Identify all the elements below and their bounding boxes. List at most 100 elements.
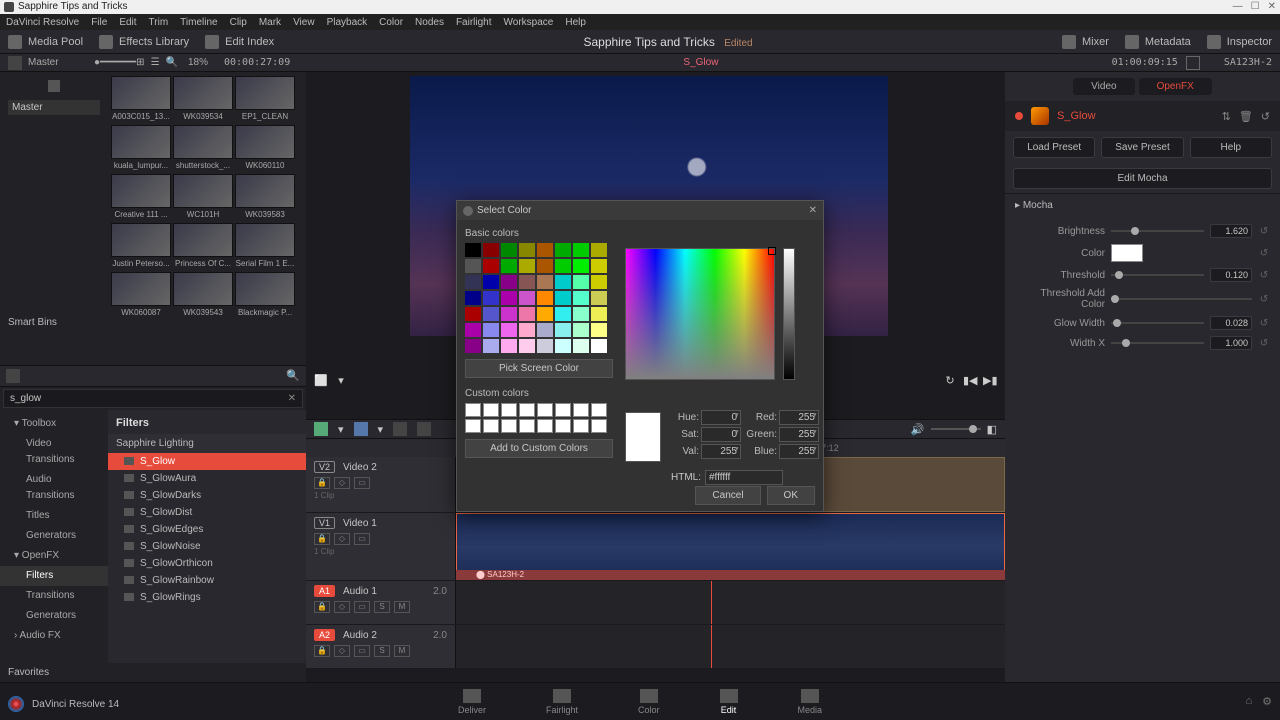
zoom-level[interactable]: 18% bbox=[188, 57, 208, 68]
fx-item[interactable]: S_Glow bbox=[108, 453, 306, 470]
menu-playback[interactable]: Playback bbox=[327, 17, 368, 28]
smart-bins-header[interactable]: Smart Bins bbox=[8, 315, 100, 330]
clip-thumbnail[interactable]: Justin Peterso... bbox=[111, 223, 171, 268]
skip-fwd-button[interactable]: ▶▮ bbox=[983, 374, 997, 388]
param-slider[interactable] bbox=[1111, 342, 1204, 344]
toolbar-edit-index[interactable]: Edit Index bbox=[205, 35, 274, 49]
fx-category[interactable]: Generators bbox=[0, 606, 108, 626]
color-swatch[interactable] bbox=[591, 291, 607, 305]
fx-category[interactable]: Transitions bbox=[0, 586, 108, 606]
favorites-header[interactable]: Favorites bbox=[0, 663, 306, 682]
fx-category[interactable]: ▾ Toolbox bbox=[0, 414, 108, 434]
menu-nodes[interactable]: Nodes bbox=[415, 17, 444, 28]
custom-slot[interactable] bbox=[465, 419, 481, 433]
color-swatch[interactable] bbox=[555, 339, 571, 353]
clip-thumbnail[interactable]: Princess Of C... bbox=[173, 223, 233, 268]
color-swatch[interactable] bbox=[501, 339, 517, 353]
menu-edit[interactable]: Edit bbox=[119, 17, 136, 28]
fx-list[interactable]: Filters Sapphire Lighting S_GlowS_GlowAu… bbox=[108, 410, 306, 664]
toolbar-metadata[interactable]: Metadata bbox=[1125, 35, 1191, 49]
color-swatch[interactable] bbox=[555, 243, 571, 257]
toolbar-effects-library[interactable]: Effects Library bbox=[99, 35, 189, 49]
color-swatch[interactable] bbox=[555, 275, 571, 289]
color-swatch[interactable] bbox=[483, 339, 499, 353]
track-a1[interactable]: A1Audio 12.0🔒◇▭SM bbox=[306, 581, 1005, 625]
color-swatch[interactable] bbox=[573, 339, 589, 353]
color-gradient-picker[interactable] bbox=[625, 248, 775, 380]
html-color-input[interactable] bbox=[705, 470, 783, 485]
color-swatch[interactable] bbox=[465, 275, 481, 289]
color-swatch[interactable] bbox=[537, 291, 553, 305]
dim-button[interactable]: ◧ bbox=[987, 423, 997, 436]
color-swatch[interactable] bbox=[537, 323, 553, 337]
page-color[interactable]: Color bbox=[638, 689, 660, 715]
custom-slot[interactable] bbox=[573, 419, 589, 433]
fx-category[interactable]: Titles bbox=[0, 506, 108, 526]
clip-thumbnail[interactable]: WK060110 bbox=[235, 125, 295, 170]
color-swatch[interactable] bbox=[591, 275, 607, 289]
flag-tool-icon[interactable] bbox=[417, 422, 431, 436]
param-slider[interactable] bbox=[1111, 298, 1252, 300]
color-swatch[interactable] bbox=[483, 259, 499, 273]
settings-icon[interactable]: ⚙ bbox=[1262, 695, 1272, 708]
clip-thumbnail[interactable]: kuala_lumpur... bbox=[111, 125, 171, 170]
color-swatch[interactable] bbox=[501, 307, 517, 321]
color-swatch[interactable] bbox=[465, 307, 481, 321]
color-swatch[interactable] bbox=[501, 243, 517, 257]
clip-thumbnail[interactable]: EP1_CLEAN bbox=[235, 76, 295, 121]
color-swatch[interactable] bbox=[555, 291, 571, 305]
link-tool-icon[interactable] bbox=[393, 422, 407, 436]
custom-slot[interactable] bbox=[591, 403, 607, 417]
color-swatch[interactable] bbox=[573, 307, 589, 321]
fx-item[interactable]: S_GlowOrthicon bbox=[108, 555, 306, 572]
fx-category[interactable]: ▾ OpenFX bbox=[0, 546, 108, 566]
fx-category[interactable]: Video Transitions bbox=[0, 434, 108, 470]
sat-input[interactable]: 0 bbox=[701, 427, 741, 442]
menu-file[interactable]: File bbox=[91, 17, 107, 28]
color-swatch[interactable] bbox=[483, 323, 499, 337]
color-swatch[interactable] bbox=[483, 275, 499, 289]
bin-tree[interactable]: Master Smart Bins bbox=[0, 72, 108, 365]
clip-thumbnail[interactable]: shutterstock_... bbox=[173, 125, 233, 170]
color-swatch[interactable] bbox=[555, 259, 571, 273]
color-swatch[interactable] bbox=[519, 275, 535, 289]
custom-slot[interactable] bbox=[537, 419, 553, 433]
color-swatch[interactable] bbox=[573, 323, 589, 337]
view-list-icon[interactable]: ☰ bbox=[151, 57, 160, 68]
color-swatch[interactable] bbox=[573, 259, 589, 273]
fx-item[interactable]: S_GlowDarks bbox=[108, 487, 306, 504]
track-v1[interactable]: V1Video 1🔒◇▭1 Clip⬤ SA123H-2 bbox=[306, 513, 1005, 581]
toolbar-inspector[interactable]: Inspector bbox=[1207, 35, 1272, 49]
clear-search-icon[interactable]: ✕ bbox=[288, 393, 296, 404]
color-swatch[interactable] bbox=[591, 243, 607, 257]
inspector-tab-video[interactable]: Video bbox=[1073, 78, 1134, 95]
color-swatch[interactable] bbox=[501, 275, 517, 289]
fx-item[interactable]: S_GlowAura bbox=[108, 470, 306, 487]
window-maximize-icon[interactable]: ☐ bbox=[1251, 0, 1260, 14]
color-swatch[interactable] bbox=[501, 291, 517, 305]
color-swatch[interactable] bbox=[537, 275, 553, 289]
param-value[interactable]: 0.120 bbox=[1210, 268, 1252, 282]
custom-slot[interactable] bbox=[573, 403, 589, 417]
clip-thumbnail[interactable]: Serial Film 1 E... bbox=[235, 223, 295, 268]
clip-thumbnail[interactable]: WK039543 bbox=[173, 272, 233, 317]
ok-button[interactable]: OK bbox=[767, 486, 815, 505]
param-reset-icon[interactable]: ↺ bbox=[1258, 338, 1270, 349]
tool-dropdown-icon[interactable]: ▾ bbox=[378, 423, 384, 436]
color-swatch[interactable] bbox=[591, 339, 607, 353]
search-icon[interactable]: 🔍 bbox=[286, 369, 300, 382]
color-swatch[interactable] bbox=[501, 259, 517, 273]
menu-trim[interactable]: Trim bbox=[149, 17, 169, 28]
param-slider[interactable] bbox=[1111, 322, 1204, 324]
custom-slot[interactable] bbox=[483, 419, 499, 433]
color-swatch[interactable] bbox=[483, 307, 499, 321]
menu-clip[interactable]: Clip bbox=[230, 17, 247, 28]
inspector-tab-openfx[interactable]: OpenFX bbox=[1139, 78, 1212, 95]
color-swatch[interactable] bbox=[591, 307, 607, 321]
value-slider[interactable] bbox=[783, 248, 795, 380]
menu-fairlight[interactable]: Fairlight bbox=[456, 17, 492, 28]
color-swatch[interactable] bbox=[591, 323, 607, 337]
clip-browser[interactable]: A003C015_13...WK039534EP1_CLEANkuala_lum… bbox=[108, 72, 306, 365]
color-swatch[interactable] bbox=[483, 291, 499, 305]
loop-button[interactable]: ↻ bbox=[943, 374, 957, 388]
